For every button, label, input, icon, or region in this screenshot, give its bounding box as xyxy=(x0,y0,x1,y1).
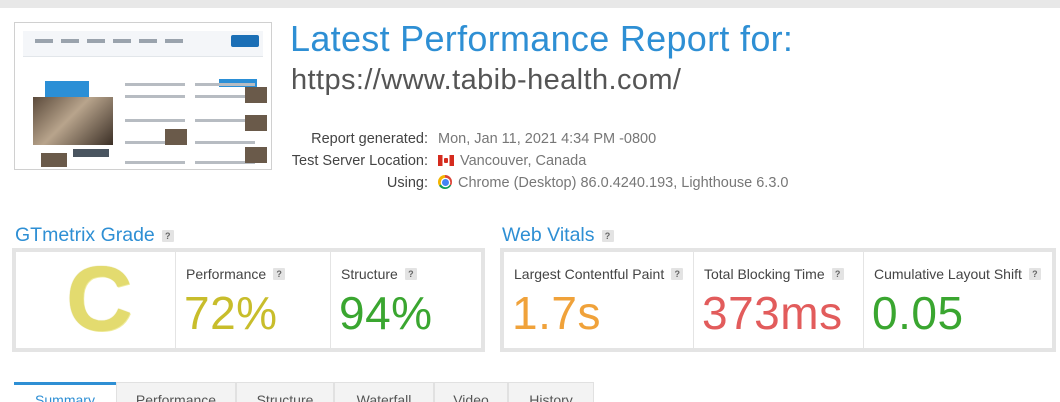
thumbnail-text-line xyxy=(125,95,185,98)
web-vitals-heading: Web Vitals? xyxy=(502,224,614,247)
test-server-row: Test Server Location: Vancouver, Canada xyxy=(260,153,820,173)
tab-waterfall[interactable]: Waterfall xyxy=(334,382,434,402)
tab-history[interactable]: History xyxy=(508,382,594,402)
canada-flag-icon xyxy=(438,155,454,166)
lcp-cell: Largest Contentful Paint? 1.7s xyxy=(504,252,694,348)
report-generated-value: Mon, Jan 11, 2021 4:34 PM -0800 xyxy=(438,131,657,147)
tbt-label: Total Blocking Time xyxy=(704,266,825,282)
cls-cell: Cumulative Layout Shift? 0.05 xyxy=(864,252,1052,348)
cls-label: Cumulative Layout Shift xyxy=(874,266,1022,282)
help-icon[interactable]: ? xyxy=(273,268,286,280)
report-title: Latest Performance Report for: xyxy=(290,18,794,59)
tab-video[interactable]: Video xyxy=(434,382,508,402)
gtmetrix-grade-panel: C Performance? 72% Structure? 94% xyxy=(12,248,485,352)
tbt-cell: Total Blocking Time? 373ms xyxy=(694,252,864,348)
thumbnail-hero-image xyxy=(33,97,113,145)
thumbnail-header-bar xyxy=(23,31,263,57)
tbt-value: 373ms xyxy=(702,287,843,339)
thumbnail-text-line xyxy=(125,119,185,122)
gtmetrix-grade-title: GTmetrix Grade xyxy=(15,224,155,246)
help-icon[interactable]: ? xyxy=(831,268,844,280)
web-vitals-panel: Largest Contentful Paint? 1.7s Total Blo… xyxy=(500,248,1056,352)
help-icon[interactable]: ? xyxy=(1028,268,1041,280)
report-url[interactable]: https://www.tabib-health.com/ xyxy=(291,64,681,97)
help-icon[interactable]: ? xyxy=(404,268,417,280)
page-screenshot-thumbnail[interactable] xyxy=(14,22,272,170)
thumbnail-logo xyxy=(231,35,259,47)
grade-cell: C xyxy=(16,248,176,350)
report-generated-row: Report generated: Mon, Jan 11, 2021 4:34… xyxy=(260,131,820,151)
thumbnail-text-line xyxy=(125,83,185,86)
thumbnail-hero-tag xyxy=(45,81,89,97)
test-server-value: Vancouver, Canada xyxy=(460,153,587,169)
performance-label-wrap: Performance? xyxy=(186,266,286,282)
thumbnail-image xyxy=(245,87,267,103)
report-generated-label: Report generated: xyxy=(311,131,428,147)
test-server-value-wrap: Vancouver, Canada xyxy=(438,153,586,169)
using-label: Using: xyxy=(386,175,428,191)
thumbnail-image xyxy=(41,153,67,167)
thumbnail-text-line xyxy=(125,161,185,164)
thumbnail-sidebar-heading xyxy=(73,149,109,157)
thumbnail-image xyxy=(165,129,187,145)
help-icon[interactable]: ? xyxy=(601,230,614,242)
thumbnail-text-line xyxy=(195,141,255,144)
cls-value: 0.05 xyxy=(872,287,964,339)
lcp-value: 1.7s xyxy=(512,287,601,339)
tab-summary[interactable]: Summary xyxy=(14,382,116,402)
structure-value: 94% xyxy=(339,287,433,339)
report-tabs: Summary Performance Structure Waterfall … xyxy=(14,382,594,402)
using-row: Using: Chrome (Desktop) 86.0.4240.193, L… xyxy=(260,175,820,195)
tbt-label-wrap: Total Blocking Time? xyxy=(704,266,844,282)
web-vitals-title: Web Vitals xyxy=(502,224,595,246)
using-value: Chrome (Desktop) 86.0.4240.193, Lighthou… xyxy=(458,175,789,191)
thumbnail-image xyxy=(245,115,267,131)
cls-label-wrap: Cumulative Layout Shift? xyxy=(874,266,1041,282)
structure-label-wrap: Structure? xyxy=(341,266,417,282)
performance-value: 72% xyxy=(184,287,278,339)
lcp-label-wrap: Largest Contentful Paint? xyxy=(514,266,684,282)
thumbnail-nav xyxy=(35,39,185,43)
using-value-wrap: Chrome (Desktop) 86.0.4240.193, Lighthou… xyxy=(438,175,789,191)
lcp-label: Largest Contentful Paint xyxy=(514,266,665,282)
top-strip xyxy=(0,0,1060,8)
chrome-icon xyxy=(438,175,452,189)
help-icon[interactable]: ? xyxy=(161,230,174,242)
tab-structure[interactable]: Structure xyxy=(236,382,334,402)
performance-label: Performance xyxy=(186,266,267,282)
structure-cell: Structure? 94% xyxy=(331,252,481,348)
performance-cell: Performance? 72% xyxy=(176,252,331,348)
tab-performance[interactable]: Performance xyxy=(116,382,236,402)
grade-letter: C xyxy=(66,248,133,350)
help-icon[interactable]: ? xyxy=(671,268,684,280)
structure-label: Structure xyxy=(341,266,398,282)
thumbnail-text-line xyxy=(195,83,255,86)
test-server-label: Test Server Location: xyxy=(291,153,428,169)
